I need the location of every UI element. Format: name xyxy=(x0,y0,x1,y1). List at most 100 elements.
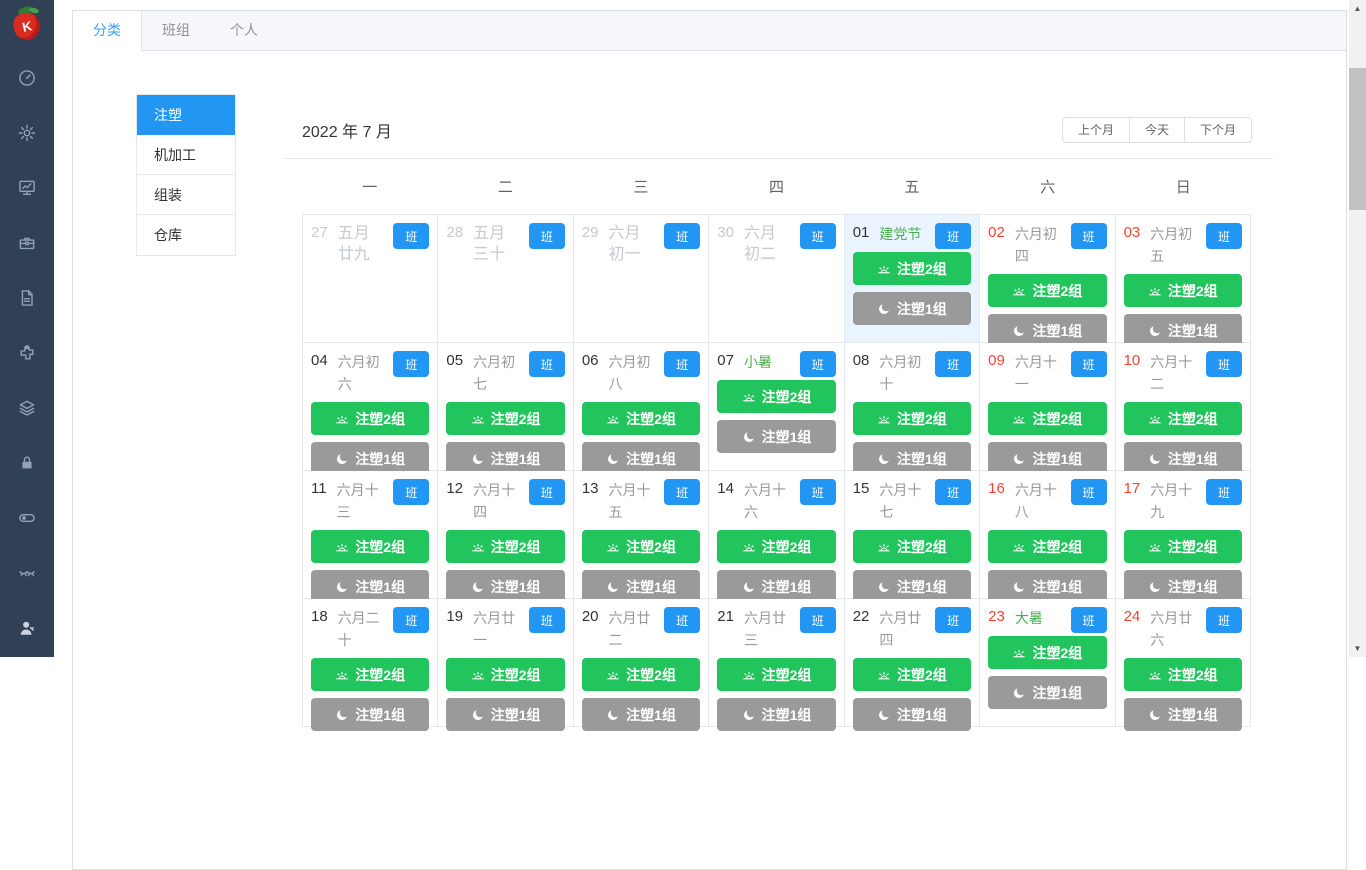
shift-day-button[interactable]: 注塑2组 xyxy=(1123,658,1242,691)
category-item-injection[interactable]: 注塑 xyxy=(137,95,235,135)
calendar-cell-11[interactable]: 11 六月十三班注塑2组 注塑1组 xyxy=(303,471,439,603)
calendar-cell-21[interactable]: 21 六月廿三班注塑2组 注塑1组 xyxy=(709,599,845,731)
work-day-badge[interactable]: 班 xyxy=(935,607,972,633)
shift-day-button[interactable]: 注塑2组 xyxy=(852,402,972,435)
calendar-cell-15[interactable]: 15 六月十七班注塑2组 注塑1组 xyxy=(844,471,981,603)
report-chart-icon[interactable] xyxy=(17,178,37,198)
work-day-badge[interactable]: 班 xyxy=(935,223,972,249)
calendar-cell-16[interactable]: 16 六月十八班注塑2组 注塑1组 xyxy=(980,471,1116,603)
shift-day-button[interactable]: 注塑2组 xyxy=(581,658,701,691)
work-day-badge[interactable]: 班 xyxy=(664,223,701,249)
tab-category[interactable]: 分类 xyxy=(73,11,142,51)
calendar-cell-19[interactable]: 19 六月廿一班注塑2组 注塑1组 xyxy=(438,599,574,731)
calendar-cell-14[interactable]: 14 六月十六班注塑2组 注塑1组 xyxy=(709,471,845,603)
shift-day-button[interactable]: 注塑2组 xyxy=(1123,274,1242,307)
scrollbar-thumb[interactable] xyxy=(1349,68,1366,210)
shift-day-button[interactable]: 注塑2组 xyxy=(988,402,1107,435)
scroll-down-arrow-icon[interactable]: ▼ xyxy=(1349,640,1366,657)
shift-day-button[interactable]: 注塑2组 xyxy=(852,658,972,691)
shift-night-button[interactable]: 注塑1组 xyxy=(1123,698,1242,731)
calendar-cell-22[interactable]: 22 六月廿四班注塑2组 注塑1组 xyxy=(844,599,981,731)
work-day-badge[interactable]: 班 xyxy=(393,351,430,377)
work-day-badge[interactable]: 班 xyxy=(935,351,972,377)
calendar-cell-17[interactable]: 17 六月十九班注塑2组 注塑1组 xyxy=(1115,471,1251,603)
shift-night-button[interactable]: 注塑1组 xyxy=(446,698,565,731)
shift-day-button[interactable]: 注塑2组 xyxy=(1123,402,1242,435)
work-day-badge[interactable]: 班 xyxy=(1070,351,1107,377)
work-day-badge[interactable]: 班 xyxy=(528,607,565,633)
calendar-cell-04[interactable]: 04 六月初六班注塑2组 注塑1组 xyxy=(303,343,439,475)
work-day-badge[interactable]: 班 xyxy=(1070,607,1107,633)
shift-day-button[interactable]: 注塑2组 xyxy=(581,402,701,435)
calendar-cell-27[interactable]: 27 五月廿九班 xyxy=(303,215,439,343)
work-day-badge[interactable]: 班 xyxy=(1206,479,1242,505)
work-day-badge[interactable]: 班 xyxy=(528,223,565,249)
category-item-machining[interactable]: 机加工 xyxy=(137,135,235,175)
toggle-icon[interactable] xyxy=(17,508,37,528)
category-item-assembly[interactable]: 组装 xyxy=(137,175,235,215)
shift-day-button[interactable]: 注塑2组 xyxy=(852,530,972,563)
work-day-badge[interactable]: 班 xyxy=(528,351,565,377)
next-month-button[interactable]: 下个月 xyxy=(1183,116,1252,143)
work-day-badge[interactable]: 班 xyxy=(1070,479,1107,505)
shift-day-button[interactable]: 注塑2组 xyxy=(852,252,972,285)
work-day-badge[interactable]: 班 xyxy=(1206,607,1242,633)
shift-day-button[interactable]: 注塑2组 xyxy=(581,530,701,563)
document-icon[interactable] xyxy=(17,288,37,308)
app-logo[interactable]: K xyxy=(11,4,43,44)
calendar-cell-29[interactable]: 29 六月初一班 xyxy=(573,215,710,343)
shift-day-button[interactable]: 注塑2组 xyxy=(311,402,430,435)
shift-night-button[interactable]: 注塑1组 xyxy=(717,698,836,731)
calendar-cell-08[interactable]: 08 六月初十班注塑2组 注塑1组 xyxy=(844,343,981,475)
tab-personal[interactable]: 个人 xyxy=(210,11,278,50)
shift-day-button[interactable]: 注塑2组 xyxy=(446,530,565,563)
shift-day-button[interactable]: 注塑2组 xyxy=(446,658,565,691)
calendar-cell-05[interactable]: 05 六月初七班注塑2组 注塑1组 xyxy=(438,343,574,475)
dashboard-icon[interactable] xyxy=(17,68,37,88)
shift-day-button[interactable]: 注塑2组 xyxy=(1123,530,1242,563)
today-button[interactable]: 今天 xyxy=(1128,116,1185,143)
calendar-cell-23[interactable]: 23 大暑 班注塑2组 注塑1组 xyxy=(980,599,1116,727)
work-day-badge[interactable]: 班 xyxy=(1206,351,1242,377)
browser-scrollbar[interactable]: ▲ ▼ xyxy=(1349,0,1366,657)
calendar-cell-10[interactable]: 10 六月十二班注塑2组 注塑1组 xyxy=(1115,343,1251,475)
work-day-badge[interactable]: 班 xyxy=(1070,223,1107,249)
category-item-warehouse[interactable]: 仓库 xyxy=(137,215,235,255)
shift-day-button[interactable]: 注塑2组 xyxy=(311,658,430,691)
prev-month-button[interactable]: 上个月 xyxy=(1061,116,1130,143)
work-day-badge[interactable]: 班 xyxy=(664,479,701,505)
shift-day-button[interactable]: 注塑2组 xyxy=(717,658,836,691)
work-day-badge[interactable]: 班 xyxy=(1206,223,1242,249)
calendar-cell-24[interactable]: 24 六月廿六班注塑2组 注塑1组 xyxy=(1115,599,1251,731)
calendar-cell-02[interactable]: 02 六月初四班注塑2组 注塑1组 xyxy=(980,215,1116,347)
shift-night-button[interactable]: 注塑1组 xyxy=(852,698,972,731)
work-day-badge[interactable]: 班 xyxy=(393,223,430,249)
settings-icon[interactable] xyxy=(17,123,37,143)
layers-icon[interactable] xyxy=(17,398,37,418)
calendar-cell-30[interactable]: 30 六月初二班 xyxy=(709,215,845,343)
plugin-icon[interactable] xyxy=(17,343,37,363)
calendar-cell-03[interactable]: 03 六月初五班注塑2组 注塑1组 xyxy=(1115,215,1251,347)
shift-day-button[interactable]: 注塑2组 xyxy=(988,530,1107,563)
shift-day-button[interactable]: 注塑2组 xyxy=(311,530,430,563)
work-day-badge[interactable]: 班 xyxy=(799,607,836,633)
lock-icon[interactable] xyxy=(17,453,37,473)
toolbox-icon[interactable] xyxy=(17,233,37,253)
calendar-cell-13[interactable]: 13 六月十五班注塑2组 注塑1组 xyxy=(573,471,710,603)
shift-day-button[interactable]: 注塑2组 xyxy=(988,274,1107,307)
work-day-badge[interactable]: 班 xyxy=(799,223,836,249)
shift-day-button[interactable]: 注塑2组 xyxy=(446,402,565,435)
calendar-cell-06[interactable]: 06 六月初八班注塑2组 注塑1组 xyxy=(573,343,710,475)
shift-night-button[interactable]: 注塑1组 xyxy=(852,292,972,325)
scroll-up-arrow-icon[interactable]: ▲ xyxy=(1349,0,1366,17)
work-day-badge[interactable]: 班 xyxy=(935,479,972,505)
work-day-badge[interactable]: 班 xyxy=(393,479,430,505)
calendar-cell-20[interactable]: 20 六月廿二班注塑2组 注塑1组 xyxy=(573,599,710,731)
shift-night-button[interactable]: 注塑1组 xyxy=(988,676,1107,709)
tab-group[interactable]: 班组 xyxy=(142,11,210,50)
calendar-cell-01[interactable]: 01 建党节班注塑2组 注塑1组 xyxy=(844,215,981,343)
shift-day-button[interactable]: 注塑2组 xyxy=(717,380,836,413)
user-admin-icon[interactable] xyxy=(17,618,37,638)
calendar-cell-28[interactable]: 28 五月三十班 xyxy=(438,215,574,343)
work-day-badge[interactable]: 班 xyxy=(664,607,701,633)
